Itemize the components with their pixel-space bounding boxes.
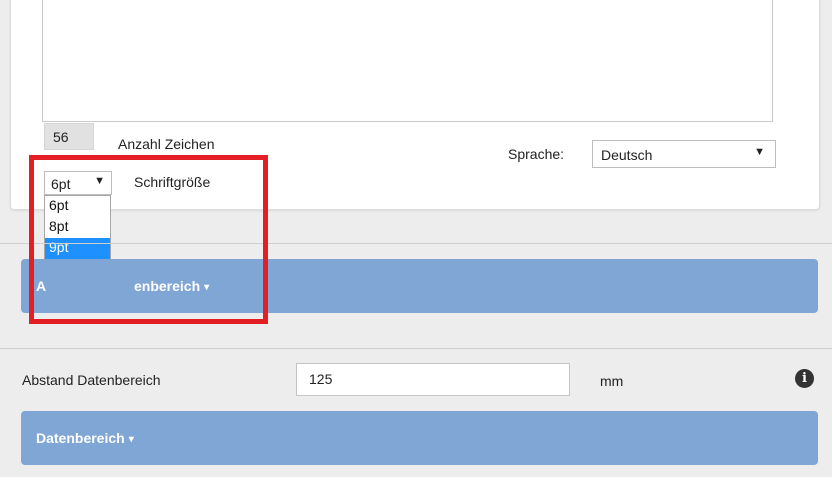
char-count-value: 56 — [53, 129, 69, 145]
language-select[interactable]: Deutsch ▼ — [592, 140, 776, 168]
annotation-highlight-frame — [29, 155, 268, 324]
language-select-value: Deutsch — [601, 147, 653, 163]
info-icon[interactable]: i — [795, 369, 814, 388]
chevron-down-icon: ▼ — [754, 146, 765, 158]
section-header-label: Datenbereich — [36, 430, 125, 446]
char-count-box: 56 — [44, 123, 94, 150]
section-header-datenbereich[interactable]: Datenbereich ▾ — [21, 411, 818, 465]
distance-input-value: 125 — [309, 371, 333, 387]
distance-input[interactable]: 125 — [296, 363, 570, 396]
divider — [0, 348, 832, 349]
distance-unit: mm — [600, 373, 624, 389]
distance-label: Abstand Datenbereich — [22, 372, 161, 388]
caret-down-icon: ▾ — [128, 434, 134, 445]
language-label: Sprache: — [508, 146, 565, 162]
text-input-area[interactable] — [42, 0, 773, 122]
char-count-label: Anzahl Zeichen — [118, 136, 215, 152]
